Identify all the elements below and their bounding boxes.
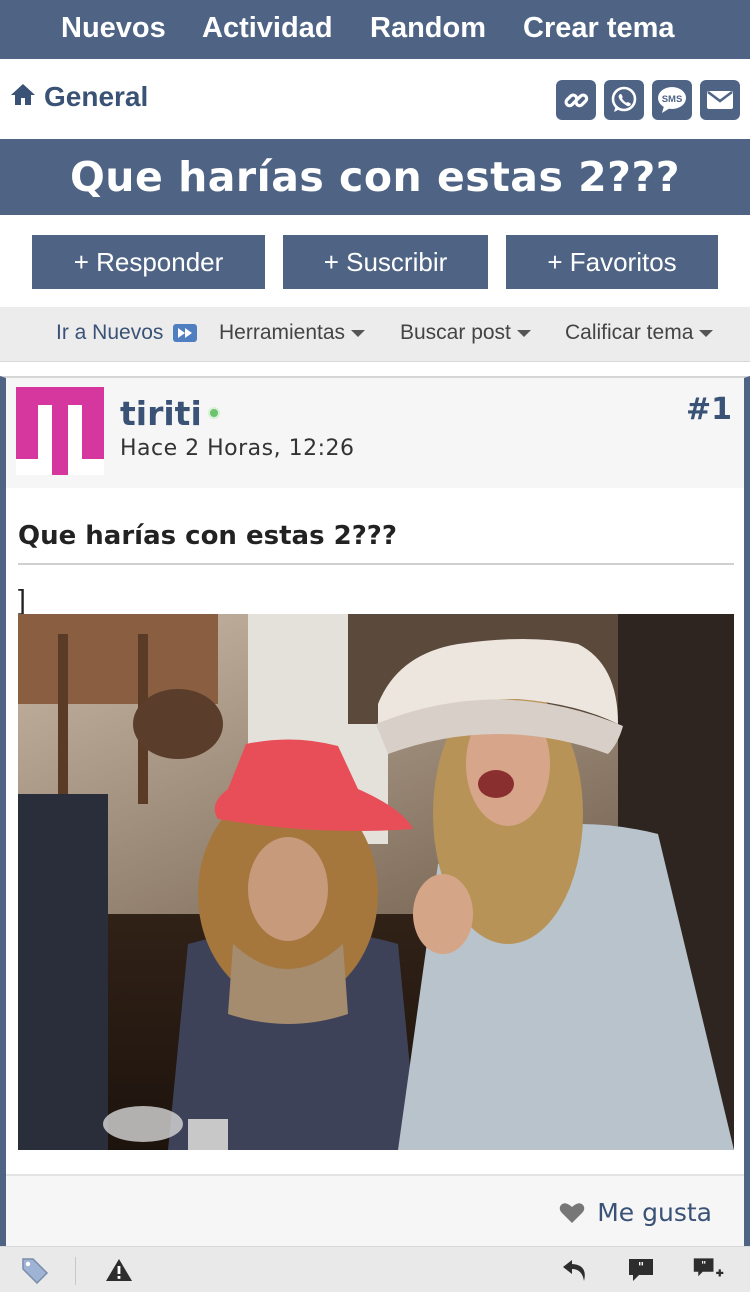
- chevron-down-icon: [516, 329, 531, 337]
- nav-random[interactable]: Random: [370, 12, 486, 45]
- rate-thread-dropdown[interactable]: Calificar tema: [565, 321, 714, 345]
- avatar[interactable]: [16, 387, 104, 475]
- online-status-dot: [208, 407, 220, 419]
- multiquote-icon[interactable]: ": [692, 1255, 726, 1285]
- favorites-button[interactable]: + Favoritos: [506, 235, 718, 289]
- post-title: Que harías con estas 2???: [18, 521, 397, 551]
- divider: [18, 563, 734, 565]
- svg-text:": ": [701, 1260, 706, 1271]
- breadcrumb-row: General SMS: [0, 59, 750, 139]
- search-post-dropdown[interactable]: Buscar post: [400, 321, 531, 345]
- top-nav: Nuevos Actividad Random Crear tema: [0, 0, 750, 59]
- post-footer: Me gusta: [6, 1174, 744, 1246]
- quote-icon[interactable]: ": [624, 1255, 658, 1285]
- post-header: tiriti Hace 2 Horas, 12:26 #1: [6, 378, 744, 488]
- nav-crear-tema[interactable]: Crear tema: [523, 12, 675, 45]
- tag-icon[interactable]: [18, 1255, 52, 1285]
- search-post-label: Buscar post: [400, 321, 511, 344]
- mail-icon[interactable]: [700, 80, 740, 120]
- whatsapp-icon[interactable]: [604, 80, 644, 120]
- thread-title-bar: Que harías con estas 2???: [0, 139, 750, 215]
- nav-actividad[interactable]: Actividad: [202, 12, 333, 45]
- post-body: Que harías con estas 2??? ]: [6, 488, 744, 1174]
- post-toolbar: " ": [0, 1246, 750, 1292]
- chevron-down-icon: [351, 329, 366, 337]
- username[interactable]: tiriti: [120, 394, 202, 433]
- fast-forward-icon: [173, 324, 198, 342]
- rate-thread-label: Calificar tema: [565, 321, 694, 344]
- post-number[interactable]: #1: [686, 392, 732, 427]
- svg-text:": ": [638, 1260, 644, 1274]
- like-label: Me gusta: [597, 1198, 712, 1227]
- sms-icon[interactable]: SMS: [652, 80, 692, 120]
- home-icon: [10, 81, 36, 113]
- reply-button[interactable]: + Responder: [32, 235, 265, 289]
- thread-title: Que harías con estas 2???: [69, 153, 681, 201]
- like-button[interactable]: Me gusta: [559, 1198, 712, 1227]
- link-icon[interactable]: [556, 80, 596, 120]
- breadcrumb-label: General: [44, 81, 149, 112]
- chevron-down-icon: [699, 329, 714, 337]
- divider: [75, 1257, 76, 1285]
- go-new-link[interactable]: Ir a Nuevos: [56, 321, 198, 345]
- undo-icon[interactable]: [558, 1255, 592, 1285]
- thread-tools-bar: Ir a Nuevos Herramientas Buscar post Cal…: [0, 307, 750, 362]
- post-image[interactable]: [18, 614, 734, 1150]
- nav-nuevos[interactable]: Nuevos: [61, 12, 166, 45]
- post-timestamp: Hace 2 Horas, 12:26: [120, 436, 355, 461]
- sms-text: SMS: [662, 94, 683, 105]
- breadcrumb[interactable]: General: [10, 81, 148, 113]
- tools-label: Herramientas: [219, 321, 346, 344]
- post: tiriti Hace 2 Horas, 12:26 #1 Que harías…: [0, 376, 750, 1292]
- heart-icon: [559, 1202, 585, 1223]
- subscribe-button[interactable]: + Suscribir: [283, 235, 488, 289]
- warning-icon[interactable]: [102, 1255, 136, 1285]
- tools-dropdown[interactable]: Herramientas: [219, 321, 366, 345]
- go-new-label: Ir a Nuevos: [56, 321, 164, 344]
- post-text: ]: [18, 584, 26, 615]
